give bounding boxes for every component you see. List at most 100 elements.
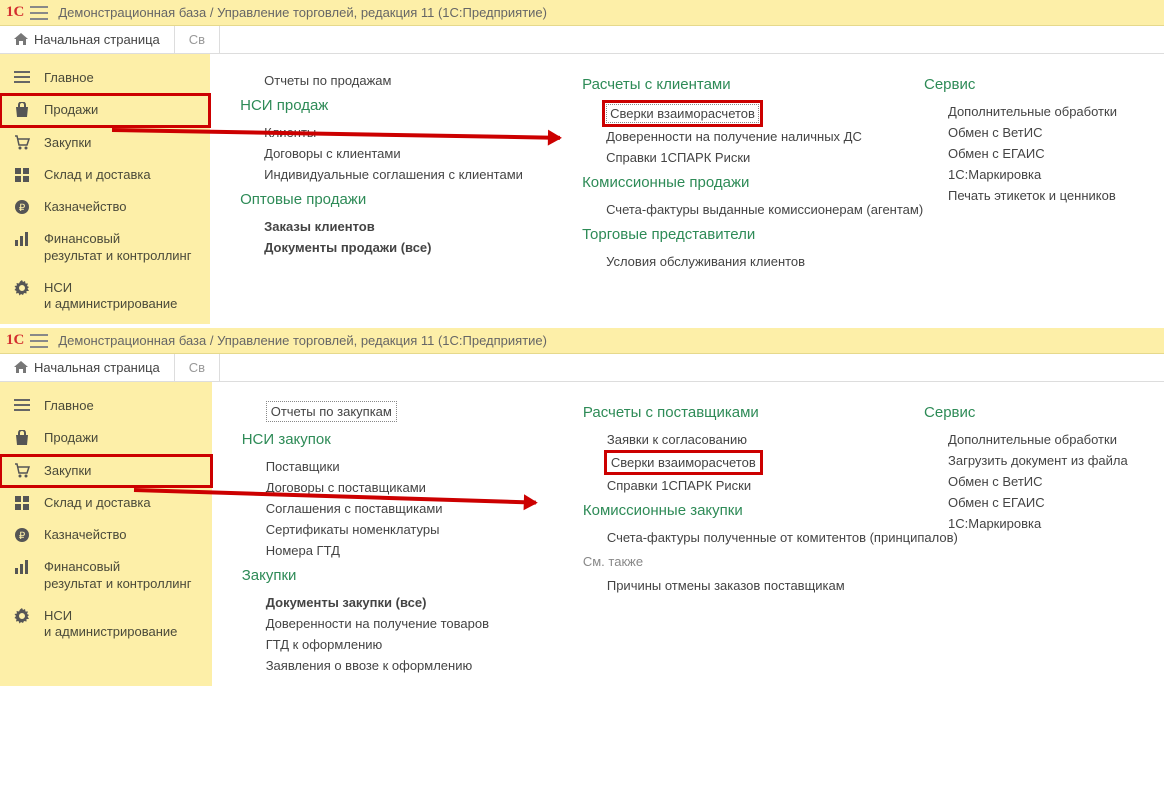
section-title: Сервис	[924, 404, 1144, 421]
section-title: Оптовые продажи	[240, 191, 552, 208]
menu-link[interactable]: Обмен с ВетИС	[948, 471, 1144, 492]
sidebar-item-grid[interactable]: Склад и доставка	[0, 159, 210, 191]
menu-link[interactable]: Сверки взаиморасчетов	[606, 104, 759, 123]
menu-link[interactable]: Отчеты по продажам	[264, 70, 552, 91]
sidebar: Главное Продажи Закупки Склад и доставка ₽Ка…	[0, 382, 212, 686]
sidebar-item-menu[interactable]: Главное	[0, 390, 212, 422]
sidebar-item-gear[interactable]: НСИ и администрирование	[0, 600, 212, 649]
tabs-bar: Начальная страница Св	[0, 26, 1164, 54]
sidebar-item-label: Финансовый результат и контроллинг	[44, 231, 200, 264]
bag-icon	[14, 430, 34, 446]
logo-1c: 1C	[6, 4, 24, 21]
svg-text:₽: ₽	[19, 531, 26, 542]
app-header: 1C Демонстрационная база / Управление то…	[0, 328, 1164, 354]
menu-link[interactable]: 1С:Маркировка	[948, 164, 1144, 185]
home-icon	[14, 361, 28, 374]
sidebar-item-bag[interactable]: Продажи	[0, 422, 212, 454]
sidebar-item-cart[interactable]: Закупки	[0, 455, 212, 487]
column-1: Отчеты по закупкам НСИ закупок Поставщики Д…	[242, 398, 553, 676]
column-2: Расчеты с поставщиками Заявки к согласова…	[583, 398, 894, 676]
main-area-sales: ГлавноеПродажиЗакупкиСклад и доставка₽Ка…	[0, 54, 1164, 324]
menu-link[interactable]: Справки 1СПАРК Риски	[607, 475, 894, 496]
menu-link[interactable]: Заявления о ввозе к оформлению	[266, 655, 553, 676]
ruble-icon: ₽	[14, 199, 34, 215]
menu-link[interactable]: Документы закупки (все)	[266, 592, 553, 613]
logo-1c: 1C	[6, 332, 24, 349]
tab-home-label: Начальная страница	[34, 32, 160, 47]
menu-link[interactable]: Сертификаты номенклатуры	[266, 519, 553, 540]
menu-link[interactable]: Обмен с ЕГАИС	[948, 143, 1144, 164]
menu-link[interactable]: Поставщики	[266, 456, 553, 477]
section-title: Расчеты с клиентами	[582, 76, 894, 93]
tab-home-label: Начальная страница	[34, 360, 160, 375]
bars-icon	[14, 231, 34, 247]
gear-icon	[14, 608, 34, 624]
hamburger-icon[interactable]	[30, 6, 48, 20]
sidebar-item-ruble[interactable]: ₽Казначейство	[0, 519, 212, 551]
sidebar-item-label: Склад и доставка	[44, 167, 200, 183]
grid-icon	[14, 495, 34, 511]
section-title: Закупки	[242, 567, 553, 584]
cart-icon	[14, 135, 34, 151]
menu-link[interactable]: Индивидуальные соглашения с клиентами	[264, 164, 552, 185]
menu-link[interactable]: Номера ГТД	[266, 540, 553, 561]
main-area-purchases: Главное Продажи Закупки Склад и доставка ₽Ка…	[0, 382, 1164, 686]
sidebar-item-gear[interactable]: НСИ и администрирование	[0, 272, 210, 321]
sidebar-item-label: Казначейство	[44, 199, 200, 215]
menu-link[interactable]: Причины отмены заказов поставщикам	[607, 575, 894, 596]
menu-link[interactable]: Сверки взаиморасчетов	[607, 453, 760, 472]
menu-link[interactable]: Печать этикеток и ценников	[948, 185, 1144, 206]
panel-sales: 1C Демонстрационная база / Управление то…	[0, 0, 1164, 324]
sidebar-item-label: Продажи	[44, 430, 202, 446]
sidebar-item-bars[interactable]: Финансовый результат и контроллинг	[0, 223, 210, 272]
hamburger-icon[interactable]	[30, 334, 48, 348]
header-title: Демонстрационная база / Управление торго…	[58, 5, 547, 20]
sidebar-item-label: НСИ и администрирование	[44, 280, 200, 313]
bag-icon	[14, 102, 34, 118]
menu-link[interactable]: Загрузить документ из файла	[948, 450, 1144, 471]
section-title: Комиссионные продажи	[582, 174, 894, 191]
section-title: Расчеты с поставщиками	[583, 404, 894, 421]
sidebar-item-label: Главное	[44, 398, 202, 414]
svg-text:₽: ₽	[19, 203, 26, 214]
menu-link[interactable]: Заказы клиентов	[264, 216, 552, 237]
bars-icon	[14, 559, 34, 575]
sidebar-item-bag[interactable]: Продажи	[0, 94, 210, 126]
menu-link[interactable]: ГТД к оформлению	[266, 634, 553, 655]
cart-icon	[14, 463, 34, 479]
tab-home[interactable]: Начальная страница	[0, 354, 175, 381]
menu-link[interactable]: Обмен с ЕГАИС	[948, 492, 1144, 513]
ruble-icon: ₽	[14, 527, 34, 543]
menu-link[interactable]: Документы продажи (все)	[264, 237, 552, 258]
menu-link[interactable]: Отчеты по закупкам	[266, 401, 397, 422]
menu-link[interactable]: Дополнительные обработки	[948, 101, 1144, 122]
content-sales: Отчеты по продажамНСИ продажКлиентыДогов…	[210, 54, 1164, 324]
section-title: Торговые представители	[582, 226, 894, 243]
sidebar-item-bars[interactable]: Финансовый результат и контроллинг	[0, 551, 212, 600]
app-header: 1C Демонстрационная база / Управление то…	[0, 0, 1164, 26]
menu-link[interactable]: Заявки к согласованию	[607, 429, 894, 450]
tab-partial-1[interactable]: Св	[175, 26, 220, 53]
tab-partial-2[interactable]: Св	[175, 354, 220, 381]
menu-link[interactable]: Условия обслуживания клиентов	[606, 251, 894, 272]
menu-link[interactable]: Дополнительные обработки	[948, 429, 1144, 450]
section-title: НСИ закупок	[242, 431, 553, 448]
section-title: Сервис	[924, 76, 1144, 93]
sidebar-item-ruble[interactable]: ₽ Казначейство	[0, 191, 210, 223]
menu-link[interactable]: Обмен с ВетИС	[948, 122, 1144, 143]
menu-link[interactable]: Договоры с клиентами	[264, 143, 552, 164]
sidebar-item-label: Закупки	[44, 463, 202, 479]
sidebar: ГлавноеПродажиЗакупкиСклад и доставка₽Ка…	[0, 54, 210, 324]
menu-link[interactable]: Доверенности на получение товаров	[266, 613, 553, 634]
sidebar-item-menu[interactable]: Главное	[0, 62, 210, 94]
sidebar-item-label: Продажи	[44, 102, 200, 118]
gear-icon	[14, 280, 34, 296]
menu-link[interactable]: Счета-фактуры выданные комиссионерам (аг…	[606, 199, 894, 220]
menu-link[interactable]: Счета-фактуры полученные от комитентов (…	[607, 527, 894, 548]
sidebar-item-label: Финансовый результат и контроллинг	[44, 559, 202, 592]
menu-link[interactable]: Доверенности на получение наличных ДС	[606, 126, 894, 147]
menu-link[interactable]: 1С:Маркировка	[948, 513, 1144, 534]
sidebar-item-label: Склад и доставка	[44, 495, 202, 511]
tab-home[interactable]: Начальная страница	[0, 26, 175, 53]
menu-link[interactable]: Справки 1СПАРК Риски	[606, 147, 894, 168]
